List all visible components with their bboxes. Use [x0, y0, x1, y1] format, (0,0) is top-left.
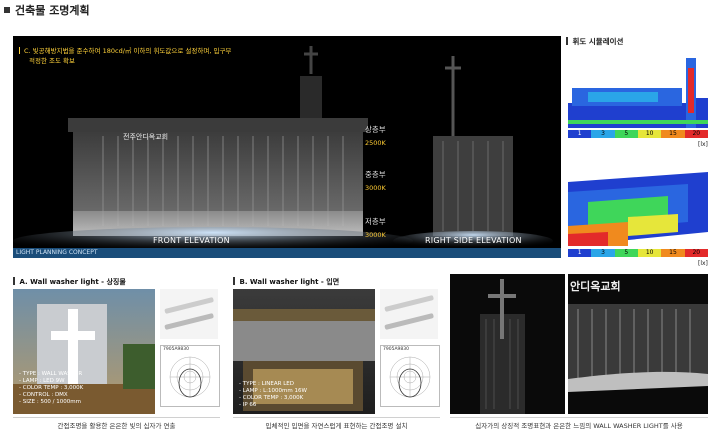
- section-b-title: B. Wall washer light - 입면: [233, 277, 339, 287]
- luminance-scale-bottom: 1 3 5 10 15 20: [568, 249, 708, 257]
- section-c-caption: 십자가의 상징적 조명표현과 은은한 느낌의 WALL WASHER LIGHT…: [475, 422, 683, 430]
- simulation-side-image: [568, 162, 708, 246]
- scale-step: 5: [614, 130, 638, 138]
- bar-icon: [233, 277, 235, 285]
- floor-middle: 중층부 3000K: [365, 170, 386, 192]
- unit-label: [lx]: [698, 260, 708, 267]
- scale-step: 3: [591, 130, 615, 138]
- floor-lower: 저층부 3000K: [365, 217, 386, 239]
- section-c-cross-photo: [450, 274, 565, 414]
- section-b-polar-chart: 7905A9830: [380, 345, 440, 407]
- scale-step: 15: [661, 130, 685, 138]
- section-c-sign: 안디옥교회: [570, 280, 621, 293]
- section-a-photo: - TYPE : WALL WASHER - LAMP : LED 9W - C…: [13, 289, 155, 414]
- side-elevation-caption: RIGHT SIDE ELEVATION: [425, 236, 522, 245]
- luminance-scale-top: 1 3 5 10 15 20: [568, 130, 708, 138]
- bar-icon: [19, 47, 20, 54]
- floor-upper: 상층부 2500K: [365, 125, 386, 147]
- section-a-polar-chart: 7905A9830: [160, 345, 220, 407]
- section-a-specs: - TYPE : WALL WASHER - LAMP : LED 9W - C…: [19, 371, 84, 405]
- section-b-specs: - TYPE : LINEAR LED - LAMP : L:1000mm 16…: [239, 381, 307, 408]
- elevation-render: C. 빛공해방지법을 준수하여 180cd/㎡ 이하의 휘도값으로 설정하며, …: [13, 36, 561, 258]
- church-sign: 전주안디옥교회: [123, 133, 169, 141]
- unit-label: [lx]: [698, 141, 708, 148]
- section-b-photo: - TYPE : LINEAR LED - LAMP : L:1000mm 16…: [233, 289, 375, 414]
- bar-icon: [566, 37, 568, 45]
- section-b-fixture: [380, 289, 438, 339]
- section-a-fixture: [160, 289, 218, 339]
- scale-step: 20: [684, 249, 708, 257]
- section-b-caption: 입체적인 입면을 자연스럽게 표현하는 간접조명 설치: [265, 422, 408, 430]
- simulation-title: 휘도 시뮬레이션: [566, 36, 623, 47]
- scale-step: 10: [637, 130, 662, 138]
- bar-icon: [13, 277, 15, 285]
- front-elevation-caption: FRONT ELEVATION: [153, 236, 230, 245]
- section-a-caption: 간접조명을 활용한 은은한 빛의 십자가 연출: [57, 422, 176, 430]
- scale-step: 3: [591, 249, 615, 257]
- section-a-title: A. Wall washer light - 상징물: [13, 277, 126, 287]
- divider: [13, 417, 220, 418]
- scale-step: 10: [637, 249, 662, 257]
- divider: [450, 417, 708, 418]
- lighting-note: C. 빛공해방지법을 준수하여 180cd/㎡ 이하의 휘도값으로 설정하며, …: [19, 46, 309, 66]
- elevation-illustration: [13, 46, 553, 255]
- section-c-facade-photo: 안디옥교회: [568, 274, 708, 414]
- scale-step: 20: [684, 130, 708, 138]
- divider: [233, 417, 440, 418]
- page-title: 건축물 조명계획: [4, 2, 90, 18]
- scale-step: 1: [568, 249, 592, 257]
- scale-step: 15: [661, 249, 685, 257]
- square-bullet-icon: [4, 7, 10, 13]
- concept-label: LIGHT PLANNING CONCEPT: [13, 248, 561, 258]
- scale-step: 1: [568, 130, 592, 138]
- simulation-front-image: [568, 48, 708, 128]
- scale-step: 5: [614, 249, 638, 257]
